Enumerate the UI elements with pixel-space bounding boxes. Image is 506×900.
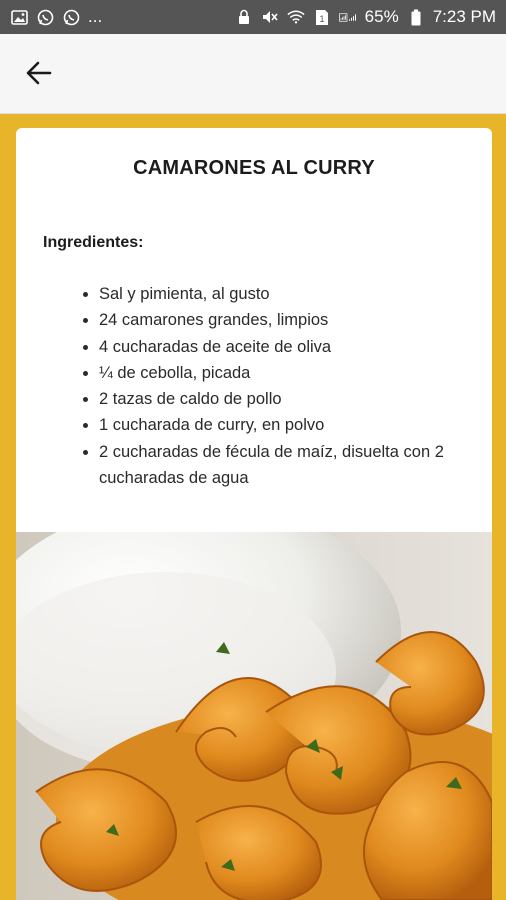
back-button[interactable] [20, 56, 58, 94]
app-bar [0, 34, 506, 114]
arrow-back-icon [26, 61, 52, 90]
ingredient-item: 24 camarones grandes, limpios [99, 307, 463, 333]
status-left: ... [10, 7, 102, 27]
ingredients-heading: Ingredientes: [43, 234, 144, 251]
signal-icon [338, 8, 357, 26]
ingredient-item: Sal y pimienta, al gusto [99, 281, 463, 307]
ingredient-item: 2 tazas de caldo de pollo [99, 386, 463, 412]
notifications-more: ... [88, 7, 103, 26]
status-bar: ... 1 65% 7:23 PM [0, 0, 506, 34]
whatsapp-icon [62, 8, 80, 26]
svg-text:1: 1 [319, 14, 324, 24]
battery-icon [407, 8, 425, 26]
whatsapp-icon [36, 8, 54, 26]
battery-percent: 65% [364, 7, 399, 26]
ingredients-list: Sal y pimienta, al gusto 24 camarones gr… [43, 281, 463, 491]
wifi-icon [287, 8, 305, 26]
ingredient-item: 1 cucharada de curry, en polvo [99, 412, 463, 438]
gallery-icon [10, 8, 28, 26]
lock-icon [235, 8, 253, 26]
mute-icon [261, 8, 279, 26]
recipe-card: CAMARONES AL CURRY Ingredientes: Sal y p… [16, 128, 492, 900]
recipe-title: CAMARONES AL CURRY [133, 157, 375, 179]
ingredient-item: 4 cucharadas de aceite de oliva [99, 334, 463, 360]
recipe-photo [16, 532, 492, 900]
status-right: 1 65% 7:23 PM [235, 7, 496, 27]
ingredient-item: ¼ de cebolla, picada [99, 360, 463, 386]
ingredient-item: 2 cucharadas de fécula de maíz, disuelta… [99, 439, 463, 492]
sim-icon: 1 [313, 8, 331, 26]
status-time: 7:23 PM [432, 7, 496, 26]
